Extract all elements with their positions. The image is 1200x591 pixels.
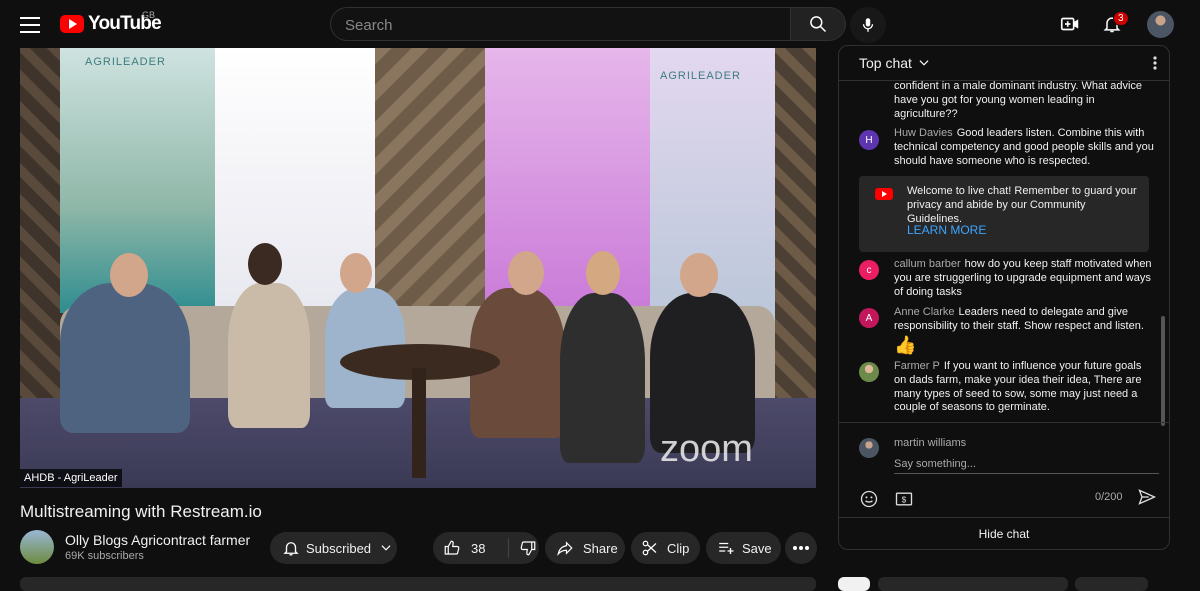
banner-right-text: AGRILEADER — [660, 70, 741, 82]
notice-text: Welcome to live chat! Remember to guard … — [907, 185, 1137, 225]
filter-chip-stub[interactable] — [838, 577, 870, 591]
scissors-icon — [642, 540, 657, 556]
chat-message-partial: confident in a male dominant industry. W… — [894, 80, 1143, 120]
search-input[interactable] — [331, 8, 767, 42]
search-box — [330, 7, 790, 42]
create-button[interactable] — [1058, 12, 1082, 36]
search-button[interactable] — [790, 7, 846, 41]
thumbs-up-reaction: 👍 — [894, 335, 917, 355]
panelist-5 — [560, 293, 645, 463]
more-horizontal-icon — [793, 546, 809, 550]
panelist-4-head — [508, 251, 544, 295]
live-chat-panel: Top chat confident in a male dominant in… — [838, 45, 1170, 550]
panelist-3-head — [340, 253, 372, 293]
chat-mode-label[interactable]: Top chat — [859, 55, 912, 71]
user-avatar — [859, 438, 879, 458]
banner-left-text: AGRILEADER — [85, 56, 166, 68]
filter-chip-stub[interactable] — [878, 577, 1068, 591]
clip-button[interactable]: Clip — [631, 532, 700, 564]
panelist-5-head — [586, 251, 620, 295]
chat-author-name[interactable]: Huw Davies — [894, 127, 953, 139]
chat-author-avatar — [859, 362, 879, 382]
chat-message: Farmer P If you want to influence your fu… — [894, 360, 1154, 415]
panelist-6-head — [680, 253, 718, 297]
share-label: Share — [583, 540, 618, 556]
like-button[interactable]: 38 — [433, 538, 509, 558]
subscribed-label: Subscribed — [306, 540, 372, 556]
video-source-label: AHDB - AgriLeader — [20, 469, 122, 487]
create-video-icon — [1060, 17, 1079, 31]
account-avatar[interactable] — [1147, 11, 1174, 38]
like-count: 38 — [471, 540, 486, 556]
chat-author-name[interactable]: Anne Clarke — [894, 306, 955, 318]
share-button[interactable]: Share — [545, 532, 625, 564]
zoom-watermark: zoom — [660, 428, 753, 470]
channel-name[interactable]: Olly Blogs Agricontract farmer — [65, 532, 250, 548]
character-count: 0/200 — [1095, 491, 1123, 503]
save-button[interactable]: Save — [706, 532, 781, 564]
more-vertical-icon[interactable] — [1153, 56, 1157, 70]
panelist-1 — [60, 283, 190, 433]
thumbs-up-icon — [444, 540, 460, 555]
chat-message: Anne Clarke Leaders need to delegate and … — [894, 306, 1154, 334]
share-icon — [557, 541, 573, 557]
emoji-icon[interactable] — [859, 489, 879, 509]
hide-chat-button[interactable]: Hide chat — [839, 517, 1169, 549]
chat-input-area: martin williams $ 0/200 — [839, 422, 1169, 518]
notification-badge: 3 — [1113, 11, 1129, 26]
stone-wall-middle — [375, 48, 485, 318]
video-player[interactable]: AGRILEADER AGRILEADER zoom AHDB - AgriLe… — [20, 48, 816, 488]
input-username: martin williams — [894, 437, 967, 449]
video-title: Multistreaming with Restream.io — [20, 502, 262, 521]
youtube-play-icon — [60, 15, 84, 33]
subscribed-button[interactable]: Subscribed — [270, 532, 397, 564]
chat-message: Huw Davies Good leaders listen. Combine t… — [894, 127, 1154, 168]
chat-author-name[interactable]: Farmer P — [894, 360, 940, 372]
description-box-stub — [20, 577, 816, 591]
channel-avatar[interactable] — [20, 530, 54, 564]
panelist-1-head — [110, 253, 148, 297]
table-leg — [412, 368, 426, 478]
bell-icon — [283, 542, 299, 556]
learn-more-link[interactable]: LEARN MORE — [907, 223, 986, 237]
chat-author-avatar: H — [859, 130, 879, 150]
playlist-add-icon — [719, 542, 734, 554]
panelist-2-head — [248, 243, 282, 285]
save-label: Save — [742, 540, 772, 556]
more-actions-button[interactable] — [785, 532, 817, 564]
send-icon[interactable] — [1137, 487, 1157, 507]
chat-author-avatar: c — [859, 260, 879, 280]
dislike-button[interactable] — [509, 539, 537, 557]
chat-message-input[interactable] — [894, 455, 1159, 474]
search-icon — [810, 16, 827, 33]
live-chat-notice: Welcome to live chat! Remember to guard … — [859, 176, 1149, 252]
clip-label: Clip — [667, 540, 690, 556]
chat-message: callum barber how do you keep staff motiv… — [894, 258, 1154, 299]
voice-search-button[interactable] — [850, 7, 886, 43]
menu-button[interactable] — [20, 14, 40, 33]
subscriber-count: 69K subscribers — [65, 550, 144, 562]
like-dislike-group: 38 — [433, 532, 539, 564]
chat-author-name[interactable]: callum barber — [894, 258, 961, 270]
chevron-down-icon[interactable] — [917, 56, 931, 70]
thumbs-down-icon — [520, 541, 536, 556]
youtube-icon — [875, 188, 893, 200]
microphone-icon — [862, 18, 874, 32]
chat-scrollbar[interactable] — [1161, 316, 1165, 426]
panelist-2 — [228, 283, 310, 428]
svg-text:$: $ — [902, 494, 907, 504]
filter-chip-stub[interactable] — [1075, 577, 1148, 591]
chevron-down-icon — [381, 545, 391, 551]
country-code: GB — [142, 10, 156, 20]
chat-header: Top chat — [839, 46, 1169, 81]
chat-author-avatar: A — [859, 308, 879, 328]
super-chat-icon[interactable]: $ — [894, 489, 914, 509]
